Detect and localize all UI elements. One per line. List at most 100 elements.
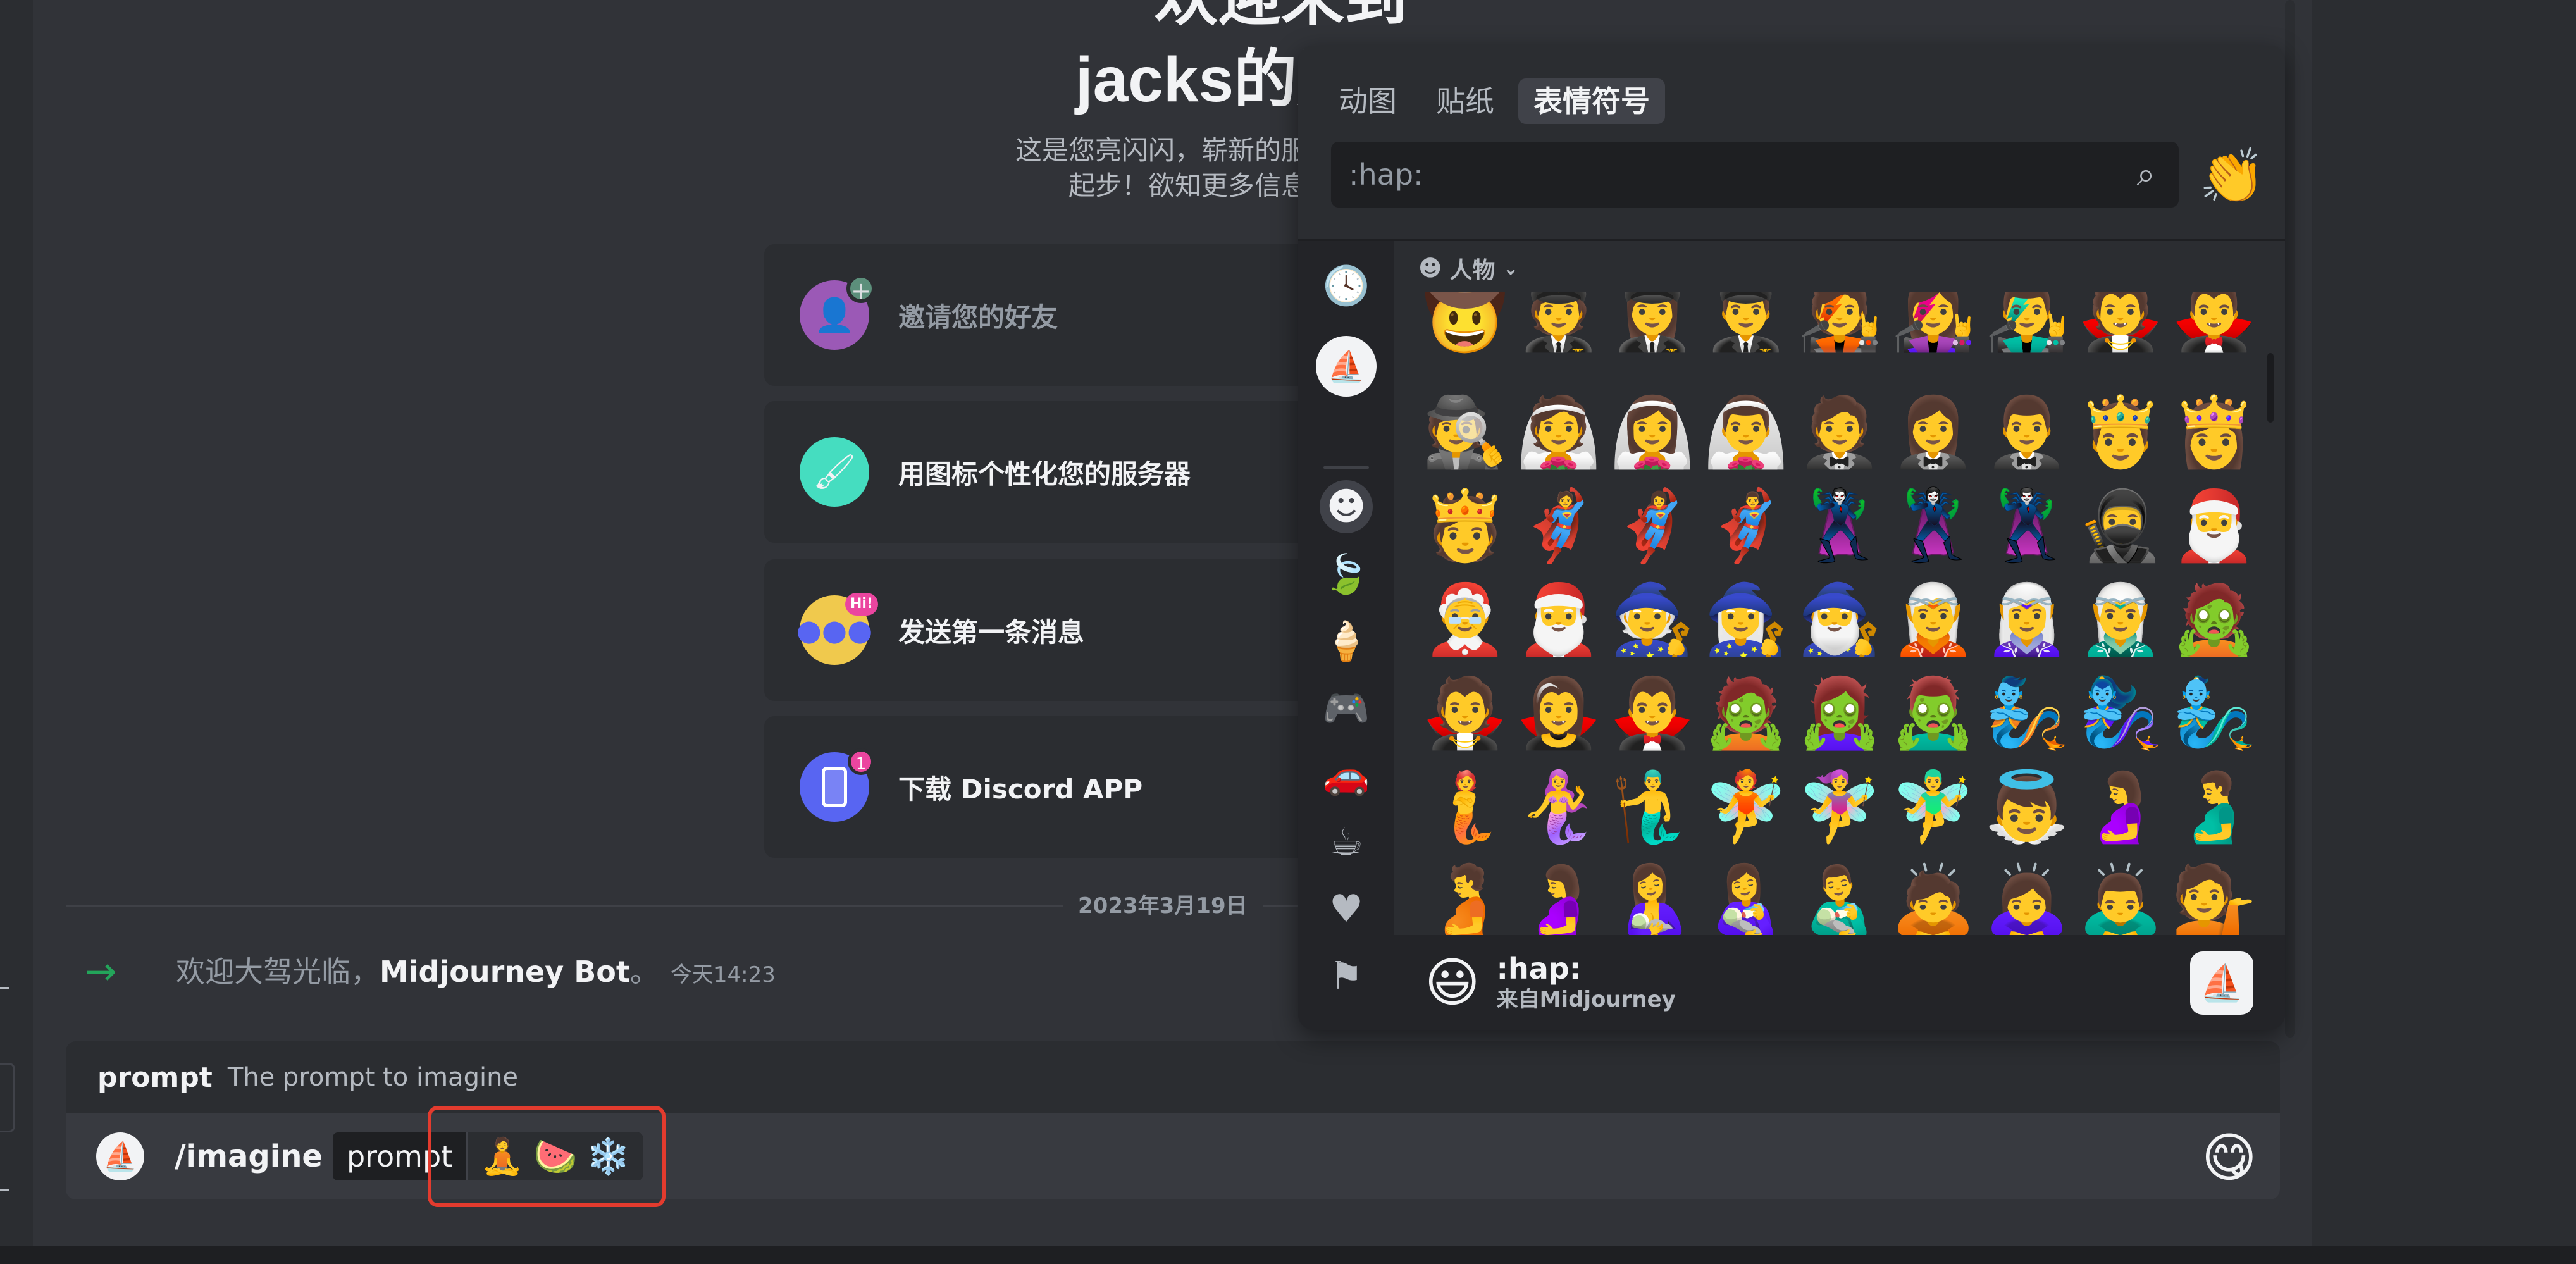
emoji-cell[interactable]: 🤰 (2074, 760, 2167, 854)
emoji-cell[interactable]: 🧛‍♀️ (1512, 667, 1606, 760)
chat-bubble-icon: ●●● Hi! (796, 593, 878, 665)
emoji-cell[interactable]: 🤠 (1418, 292, 1512, 386)
tab-emoji[interactable]: 表情符号 (1518, 78, 1665, 124)
emoji-cell[interactable]: 🙇‍♀️ (1980, 854, 2074, 948)
chat-scrollbar[interactable] (2285, 0, 2295, 1038)
emoji-cell[interactable]: 🧙‍♂️ (1793, 573, 1886, 667)
emoji-cell[interactable]: 🧚‍♂️ (1886, 760, 1980, 854)
emoji-cell[interactable]: 🧜‍♀️ (1512, 760, 1606, 854)
emoji-cell[interactable]: 🧞‍♂️ (2167, 667, 2261, 760)
people-icon[interactable]: ☻ (1320, 480, 1373, 533)
emoji-cell[interactable]: 🧛 (1418, 667, 1512, 760)
tab-gif[interactable]: 动图 (1323, 78, 1412, 124)
emoji-cell[interactable]: 🙇 (1886, 854, 1980, 948)
emoji-cell[interactable]: 🧝 (1886, 573, 1980, 667)
emoji-cell[interactable]: 🧞‍♀️ (2074, 667, 2167, 760)
emoji-cell[interactable]: 🫄 (1418, 854, 1512, 948)
join-message-suffix: 。 (629, 955, 659, 989)
emoji-cell[interactable]: 👨‍✈️ (1699, 292, 1793, 386)
emoji-cell[interactable]: 🎅 (1512, 573, 1606, 667)
emoji-cell[interactable]: 🫅 (1418, 480, 1512, 573)
plus-badge-icon: + (846, 274, 876, 304)
emoji-cell[interactable]: 🧟 (2167, 573, 2261, 667)
emoji-cell[interactable]: 🧚 (1699, 760, 1793, 854)
emoji-cell[interactable]: 👰 (1512, 386, 1606, 480)
emoji-grid-scrollbar[interactable] (2267, 353, 2274, 423)
emoji-cell[interactable]: 🧛‍♂️ (2167, 292, 2261, 386)
emoji-cell[interactable]: 🥷 (2074, 480, 2167, 573)
emoji-cell[interactable]: 🫃 (2167, 760, 2261, 854)
emoji-cell[interactable]: 🙇‍♂️ (2074, 854, 2167, 948)
emoji-cell[interactable]: 🤶 (1418, 573, 1512, 667)
emoji-cell[interactable]: 🎅 (2167, 480, 2261, 573)
emoji-cell[interactable]: 🦸‍♀️ (1606, 480, 1699, 573)
food-icon[interactable]: 🍦 (1320, 614, 1373, 667)
objects-icon[interactable]: ☕ (1320, 815, 1373, 869)
bot-avatar: ⛵ (96, 1132, 144, 1180)
emoji-cell[interactable]: 🤴 (2074, 386, 2167, 480)
emoji-search-input[interactable] (1331, 158, 2113, 192)
emoji-cell[interactable]: 👸 (2167, 386, 2261, 480)
emoji-cell[interactable]: 🧙‍♀️ (1699, 573, 1793, 667)
emoji-picker-button[interactable]: 😋 (2201, 1127, 2257, 1188)
source-server-icon: ⛵ (2190, 951, 2253, 1015)
symbols-icon[interactable]: ♥ (1320, 883, 1373, 936)
activities-icon[interactable]: 🎮 (1320, 681, 1373, 734)
emoji-cell[interactable]: 🦹‍♂️ (1980, 480, 2074, 573)
emoji-search[interactable]: ⌕ (1331, 142, 2179, 208)
emoji-cell[interactable]: 🦹 (1793, 480, 1886, 573)
server-icon[interactable]: ⛵ (1316, 336, 1377, 397)
emoji-cell[interactable]: 👩‍✈️ (1606, 292, 1699, 386)
emoji-cell[interactable]: 👩‍🍼 (1699, 854, 1793, 948)
tab-stickers[interactable]: 贴纸 (1421, 78, 1509, 124)
flags-icon[interactable]: ⚑ (1320, 950, 1373, 1003)
download-app-card[interactable]: 1 下载 Discord APP (764, 716, 1334, 858)
emoji-cell[interactable]: 🦸‍♂️ (1699, 480, 1793, 573)
skin-tone-button[interactable]: 👏 (2199, 144, 2265, 208)
emoji-cell[interactable]: 🧛 (2074, 292, 2167, 386)
bottom-bar (0, 1246, 2576, 1264)
nature-icon[interactable]: 🍃 (1320, 547, 1373, 600)
invite-friends-card[interactable]: 👤 + 邀请您的好友 (764, 244, 1334, 386)
emoji-cell[interactable]: 🧞 (1980, 667, 2074, 760)
bot-username[interactable]: Midjourney Bot (380, 955, 630, 989)
message-input[interactable]: ⛵ /imagine prompt 🧘 🍉 ❄️ (66, 1113, 2280, 1199)
emoji-cell[interactable]: 🧟‍♂️ (1886, 667, 1980, 760)
category-separator (1323, 466, 1369, 469)
recent-icon[interactable]: 🕓 (1320, 259, 1373, 312)
emoji-cell[interactable]: 👨‍🍼 (1793, 854, 1886, 948)
emoji-cell[interactable]: 🧙 (1606, 573, 1699, 667)
emoji-preview-footer: 😃 :hap: 来自Midjourney ⛵ (1394, 935, 2285, 1030)
emoji-cell[interactable]: 🦸 (1512, 480, 1606, 573)
emoji-cell[interactable]: 🤵 (1793, 386, 1886, 480)
emoji-cell[interactable]: 🕵️ (1418, 386, 1512, 480)
emoji-cell[interactable]: 🧜 (1418, 760, 1512, 854)
emoji-cell[interactable]: 🧝‍♂️ (2074, 573, 2167, 667)
emoji-cell[interactable]: 🤵‍♂️ (1980, 386, 2074, 480)
emoji-cell[interactable]: 🧟‍♀️ (1793, 667, 1886, 760)
search-icon[interactable]: ⌕ (2113, 156, 2179, 194)
emoji-cell[interactable]: 🤰 (1512, 854, 1606, 948)
emoji-cell[interactable]: 🧜‍♂️ (1606, 760, 1699, 854)
personalize-server-card[interactable]: 🖌 用图标个性化您的服务器 (764, 401, 1334, 543)
emoji-cell[interactable]: 👨‍🎤 (1980, 292, 2074, 386)
emoji-cell[interactable]: 🧛‍♂️ (1606, 667, 1699, 760)
invite-friends-icon: 👤 + (800, 274, 876, 350)
emoji-cell[interactable]: 👼 (1980, 760, 2074, 854)
emoji-cell[interactable]: 🦹‍♀️ (1886, 480, 1980, 573)
emoji-cell[interactable]: 🧟 (1699, 667, 1793, 760)
send-first-message-card[interactable]: ●●● Hi! 发送第一条消息 (764, 559, 1334, 701)
emoji-cell[interactable]: 🤵‍♀️ (1886, 386, 1980, 480)
emoji-cell[interactable]: 🧑‍🎤 (1793, 292, 1886, 386)
card-label: 邀请您的好友 (898, 301, 1058, 333)
emoji-cell[interactable]: 👰‍♀️ (1606, 386, 1699, 480)
emoji-cell[interactable]: 👩‍🎤 (1886, 292, 1980, 386)
emoji-cell[interactable]: 🧝‍♀️ (1980, 573, 2074, 667)
section-header-people[interactable]: ☻ 人物 ⌄ (1418, 252, 1519, 285)
emoji-cell[interactable]: 💁 (2167, 854, 2261, 948)
emoji-cell[interactable]: 🤱 (1606, 854, 1699, 948)
emoji-cell[interactable]: 👰‍♂️ (1699, 386, 1793, 480)
emoji-cell[interactable]: 🧚‍♀️ (1793, 760, 1886, 854)
emoji-cell[interactable]: 🧑‍✈️ (1512, 292, 1606, 386)
travel-icon[interactable]: 🚗 (1320, 748, 1373, 802)
